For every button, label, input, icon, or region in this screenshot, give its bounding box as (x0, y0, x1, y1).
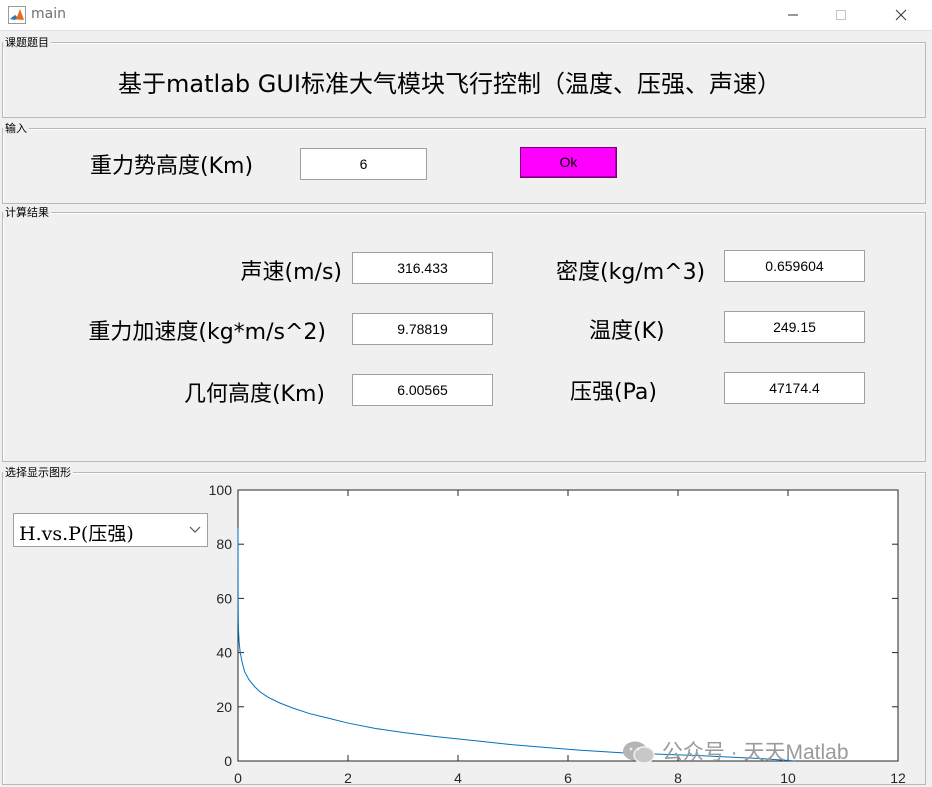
x-tick-label: 10 (780, 770, 796, 786)
x-tick-label: 0 (234, 770, 242, 786)
x-tick-label: 2 (344, 770, 352, 786)
y-tick-label: 40 (216, 645, 232, 661)
watermark-text: 公众号 · 天天Matlab (661, 741, 849, 764)
y-tick-label: 20 (216, 699, 232, 715)
x-tick-label: 4 (454, 770, 462, 786)
wechat-icon (623, 741, 655, 765)
y-tick-label: 100 (209, 482, 233, 498)
watermark: 公众号 · 天天Matlab (622, 736, 849, 766)
pressure-height-chart[interactable]: 0 2 4 6 8 10 12 0 20 40 60 80 100 (0, 0, 932, 787)
y-tick-label: 80 (216, 536, 232, 552)
x-tick-label: 12 (890, 770, 906, 786)
y-tick-label: 60 (216, 590, 232, 606)
x-tick-label: 6 (564, 770, 572, 786)
x-tick-label: 8 (674, 770, 682, 786)
y-tick-label: 0 (224, 753, 232, 769)
